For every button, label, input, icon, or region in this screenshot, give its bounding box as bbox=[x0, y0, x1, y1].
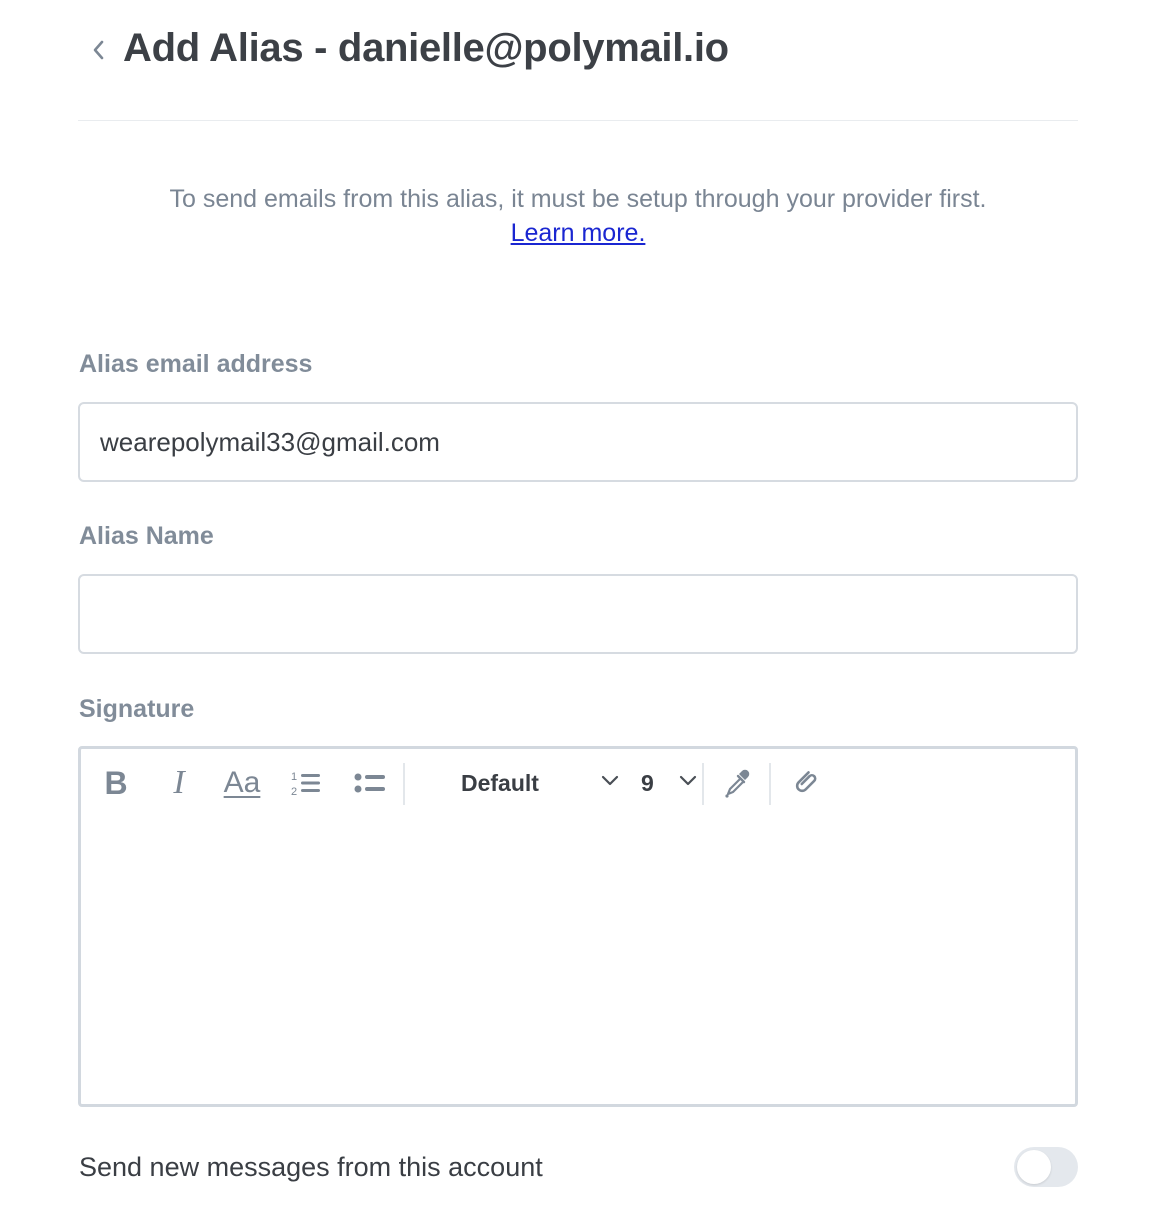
notice-text: To send emails from this alias, it must … bbox=[169, 185, 987, 213]
page-title: Add Alias - danielle@polymail.io bbox=[123, 26, 729, 70]
bullet-list-button[interactable] bbox=[353, 763, 387, 803]
send-from-account-label: Send new messages from this account bbox=[79, 1152, 543, 1182]
font-size-value: 9 bbox=[641, 769, 654, 796]
insert-link-button[interactable] bbox=[787, 763, 823, 803]
font-family-value: Default bbox=[461, 769, 539, 796]
alias-name-input[interactable] bbox=[78, 574, 1078, 654]
back-button[interactable] bbox=[86, 36, 110, 64]
send-from-account-toggle[interactable] bbox=[1014, 1147, 1078, 1187]
learn-more-link[interactable]: Learn more. bbox=[511, 219, 646, 247]
toolbar-divider bbox=[702, 763, 704, 805]
numbered-list-button[interactable]: 1 2 bbox=[289, 763, 323, 803]
chevron-left-icon bbox=[93, 40, 104, 60]
svg-text:1: 1 bbox=[291, 771, 297, 783]
text-style-button[interactable]: Aa bbox=[219, 763, 265, 803]
paperclip-link-icon bbox=[795, 771, 817, 793]
eyedropper-icon bbox=[725, 769, 750, 798]
numbered-list-icon: 1 2 bbox=[291, 771, 320, 797]
toolbar-divider bbox=[403, 763, 405, 805]
signature-content-area[interactable] bbox=[81, 817, 1075, 1104]
editor-toolbar: B I Aa 1 2 Default 9 bbox=[81, 749, 1075, 817]
text-color-button[interactable] bbox=[721, 763, 755, 803]
provider-notice: To send emails from this alias, it must … bbox=[78, 182, 1078, 250]
chevron-down-icon bbox=[679, 775, 697, 786]
toolbar-divider bbox=[769, 763, 771, 805]
alias-name-label: Alias Name bbox=[79, 522, 214, 550]
alias-email-label: Alias email address bbox=[79, 350, 313, 378]
bold-button[interactable]: B bbox=[101, 763, 131, 803]
signature-label: Signature bbox=[79, 695, 195, 723]
font-size-select[interactable]: 9 bbox=[637, 763, 697, 803]
page-header: Add Alias - danielle@polymail.io bbox=[78, 22, 1078, 121]
alias-email-input[interactable] bbox=[78, 402, 1078, 482]
bullet-list-icon bbox=[354, 773, 385, 793]
font-family-select[interactable]: Default bbox=[417, 763, 619, 803]
toggle-knob bbox=[1017, 1150, 1051, 1184]
italic-button[interactable]: I bbox=[164, 763, 194, 803]
chevron-down-icon bbox=[601, 775, 619, 786]
svg-text:2: 2 bbox=[291, 786, 297, 797]
signature-editor: B I Aa 1 2 Default 9 bbox=[78, 746, 1078, 1107]
